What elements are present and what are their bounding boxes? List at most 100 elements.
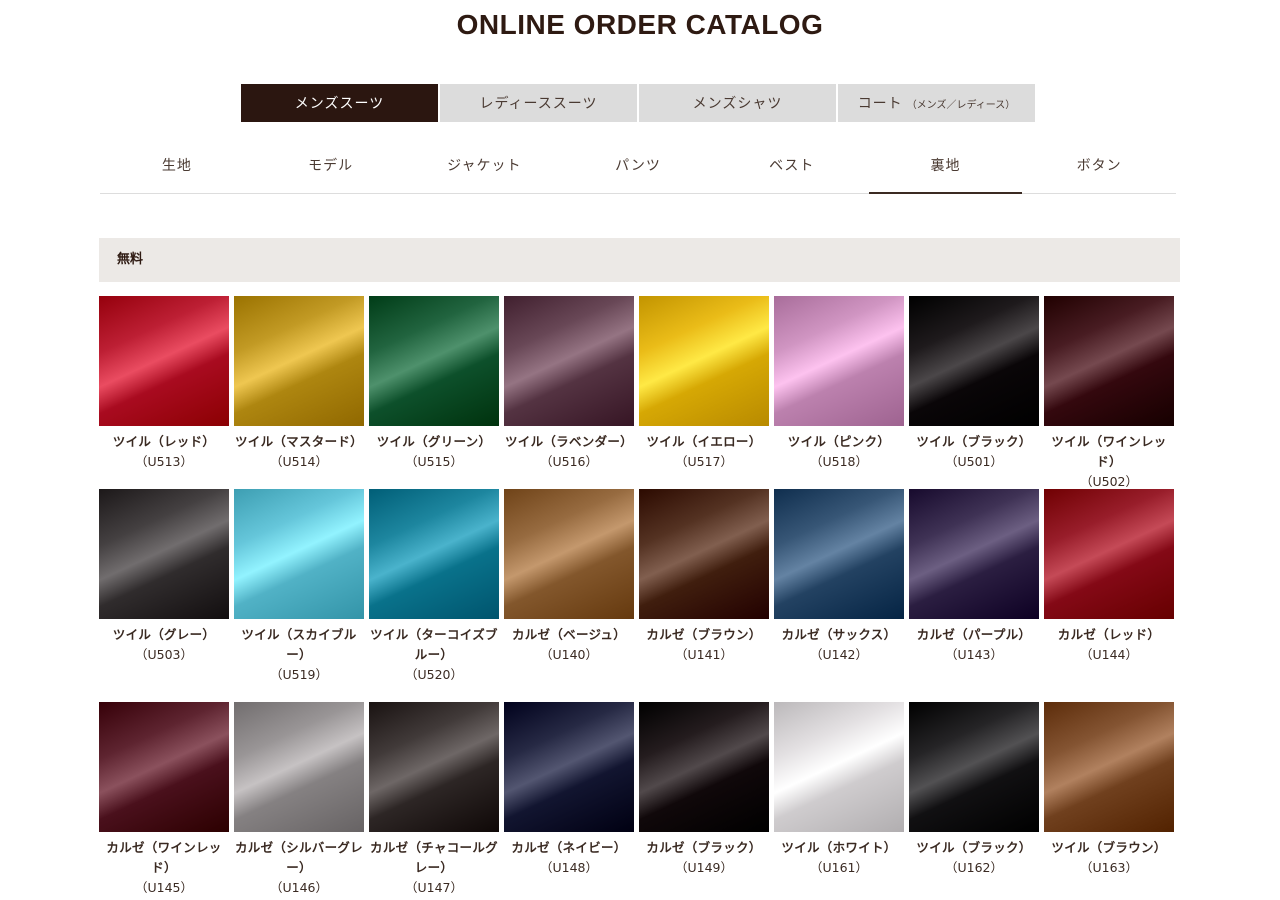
swatch-image: [909, 296, 1039, 426]
swatch-name: カルゼ（ワインレッド）: [106, 840, 222, 875]
fabric-sheen: [909, 702, 1039, 832]
tab-sublabel: （メンズ／レディース）: [906, 99, 1016, 111]
swatch-name: カルゼ（ブラック）: [646, 840, 762, 855]
tab-coats[interactable]: コート （メンズ／レディース）: [838, 84, 1035, 122]
swatch-image: [504, 296, 634, 426]
swatch-item[interactable]: ツイル（ラベンダー） （U516）: [504, 296, 634, 491]
swatch-item[interactable]: ツイル（ホワイト） （U161）: [774, 702, 904, 897]
swatch-code: （U145）: [134, 880, 193, 895]
swatch-name: ツイル（マスタード）: [234, 434, 363, 449]
fabric-sheen: [1044, 702, 1174, 832]
swatch-image: [909, 489, 1039, 619]
swatch-item[interactable]: カルゼ（チャコールグレー） （U147）: [369, 702, 499, 897]
swatch-name: ツイル（ラベンダー）: [504, 434, 633, 449]
swatch-image: [639, 489, 769, 619]
swatch-item[interactable]: カルゼ（パープル） （U143）: [909, 489, 1039, 684]
tab-model[interactable]: モデル: [254, 146, 408, 193]
swatch-code: （U146）: [269, 880, 328, 895]
tab-lining[interactable]: 裏地: [868, 146, 1023, 194]
fabric-sheen: [234, 702, 364, 832]
swatch-item[interactable]: ツイル（グリーン） （U515）: [369, 296, 499, 491]
swatch-item[interactable]: カルゼ（ブラック） （U149）: [639, 702, 769, 897]
swatch-name: カルゼ（シルバーグレー）: [234, 840, 363, 875]
tab-vest[interactable]: ベスト: [715, 146, 869, 193]
swatch-image: [369, 702, 499, 832]
swatch-item[interactable]: カルゼ（レッド） （U144）: [1044, 489, 1174, 684]
page-title: ONLINE ORDER CATALOG: [456, 9, 824, 40]
swatch-code: （U501）: [944, 454, 1003, 469]
tab-ladies-suits[interactable]: レディーススーツ: [440, 84, 637, 122]
swatch-code: （U161）: [809, 860, 868, 875]
swatch-image: [234, 702, 364, 832]
swatch-item[interactable]: ツイル（ピンク） （U518）: [774, 296, 904, 491]
swatch-code: （U141）: [674, 647, 733, 662]
swatch-name: ツイル（ターコイズブルー）: [370, 627, 498, 662]
swatch-code: （U515）: [404, 454, 463, 469]
swatch-code: （U519）: [269, 667, 328, 682]
fabric-sheen: [639, 296, 769, 426]
tab-mens-suits[interactable]: メンズスーツ: [241, 84, 438, 122]
swatch-code: （U142）: [809, 647, 868, 662]
swatch-image: [234, 489, 364, 619]
swatch-name: ツイル（ホワイト）: [781, 840, 897, 855]
swatch-code: （U147）: [404, 880, 463, 895]
swatch-item[interactable]: ツイル（ブラウン） （U163）: [1044, 702, 1174, 897]
swatch-item[interactable]: ツイル（ブラック） （U162）: [909, 702, 1039, 897]
swatch-code: （U513）: [134, 454, 193, 469]
swatch-image: [1044, 702, 1174, 832]
tab-label: メンズシャツ: [692, 96, 783, 112]
swatch-name: ツイル（レッド）: [112, 434, 216, 449]
swatch-name: カルゼ（チャコールグレー）: [370, 840, 498, 875]
swatch-name: ツイル（ピンク）: [787, 434, 891, 449]
fabric-sheen: [909, 296, 1039, 426]
swatch-item[interactable]: カルゼ（シルバーグレー） （U146）: [234, 702, 364, 897]
swatch-row: カルゼ（ワインレッド） （U145） カルゼ（シルバーグレー） （U146） カルゼ（チ…: [99, 702, 1174, 897]
swatch-item[interactable]: カルゼ（サックス） （U142）: [774, 489, 904, 684]
fabric-sheen: [369, 702, 499, 832]
swatch-item[interactable]: カルゼ（ワインレッド） （U145）: [99, 702, 229, 897]
fabric-sheen: [774, 702, 904, 832]
swatch-image: [99, 489, 229, 619]
swatch-name: カルゼ（サックス）: [781, 627, 897, 642]
swatch-item[interactable]: ツイル（ターコイズブルー） （U520）: [369, 489, 499, 684]
tab-mens-shirts[interactable]: メンズシャツ: [639, 84, 836, 122]
swatch-code: （U518）: [809, 454, 868, 469]
swatch-item[interactable]: カルゼ（ベージュ） （U140）: [504, 489, 634, 684]
tab-buttons[interactable]: ボタン: [1022, 146, 1176, 193]
fabric-sheen: [234, 296, 364, 426]
swatch-name: ツイル（ワインレッド）: [1051, 434, 1167, 469]
swatch-item[interactable]: ツイル（レッド） （U513）: [99, 296, 229, 491]
swatch-image: [504, 702, 634, 832]
swatch-image: [1044, 296, 1174, 426]
swatch-name: カルゼ（レッド）: [1057, 627, 1161, 642]
part-tabs: 生地 モデル ジャケット パンツ ベスト 裏地 ボタン: [100, 146, 1176, 194]
swatch-name: ツイル（スカイブルー）: [241, 627, 357, 662]
swatch-code: （U517）: [674, 454, 733, 469]
fabric-sheen: [909, 489, 1039, 619]
main-category-tabs: メンズスーツ レディーススーツ メンズシャツ コート （メンズ／レディース）: [241, 84, 1035, 122]
swatch-item[interactable]: ツイル（グレー） （U503）: [99, 489, 229, 684]
swatch-name: ツイル（イエロー）: [646, 434, 762, 449]
fabric-sheen: [99, 489, 229, 619]
swatch-code: （U140）: [539, 647, 598, 662]
tab-pants[interactable]: パンツ: [561, 146, 715, 193]
swatch-item[interactable]: カルゼ（ネイビー） （U148）: [504, 702, 634, 897]
swatch-item[interactable]: ツイル（イエロー） （U517）: [639, 296, 769, 491]
swatch-image: [99, 296, 229, 426]
fabric-sheen: [99, 296, 229, 426]
fabric-sheen: [639, 489, 769, 619]
swatch-image: [369, 489, 499, 619]
swatch-item[interactable]: ツイル（スカイブルー） （U519）: [234, 489, 364, 684]
swatch-code: （U503）: [134, 647, 193, 662]
swatch-name: ツイル（グレー）: [112, 627, 216, 642]
tab-fabric[interactable]: 生地: [100, 146, 254, 193]
swatch-item[interactable]: ツイル（ブラック） （U501）: [909, 296, 1039, 491]
swatch-code: （U148）: [539, 860, 598, 875]
swatch-row: ツイル（レッド） （U513） ツイル（マスタード） （U514） ツイル（グリーン） （…: [99, 296, 1174, 491]
swatch-item[interactable]: カルゼ（ブラウン） （U141）: [639, 489, 769, 684]
swatch-item[interactable]: ツイル（マスタード） （U514）: [234, 296, 364, 491]
swatch-image: [639, 296, 769, 426]
swatch-name: ツイル（グリーン）: [376, 434, 492, 449]
swatch-item[interactable]: ツイル（ワインレッド） （U502）: [1044, 296, 1174, 491]
tab-jacket[interactable]: ジャケット: [407, 146, 561, 193]
